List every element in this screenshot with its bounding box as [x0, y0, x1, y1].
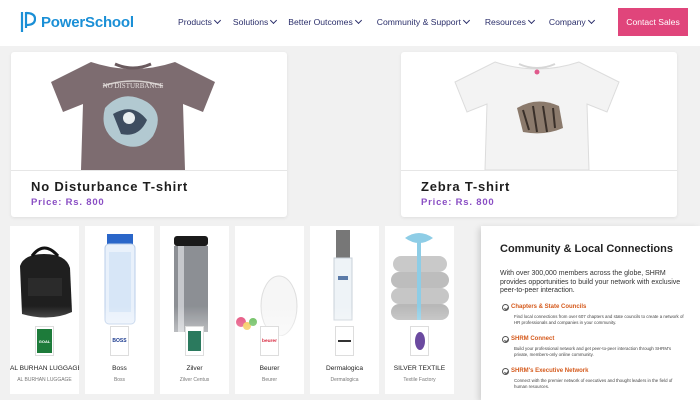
- shrm-community-panel: Community & Local Connections With over …: [481, 226, 700, 400]
- nav-products[interactable]: Products: [178, 16, 221, 27]
- nav-community-support[interactable]: Community & Support: [376, 16, 470, 27]
- brand-logo: [410, 326, 429, 356]
- nav-label: Products: [178, 17, 212, 27]
- powerschool-p-icon: [20, 11, 36, 32]
- item-title[interactable]: Chapters & State Councils: [511, 304, 586, 310]
- logo-text: BOSS: [112, 338, 127, 344]
- tshirt-graphic-text: NO DISTURBANCE: [103, 82, 164, 90]
- chevron-down-icon: [527, 16, 535, 25]
- nav-resources[interactable]: Resources: [484, 16, 535, 27]
- brand-logo: GOAL: [35, 326, 54, 356]
- panel-title: Community & Local Connections: [500, 243, 673, 255]
- brand-tile[interactable]: Dermalogica Dermalogica: [310, 226, 379, 394]
- item-body: Build your professional network and get …: [514, 346, 672, 357]
- product-card[interactable]: Zebra T-shirt Price: Rs. 800: [401, 52, 677, 217]
- chevron-down-icon: [354, 16, 362, 25]
- logo-badge: [188, 331, 201, 351]
- brand-subtitle: Dermalogica: [330, 377, 359, 383]
- brand-logo: BOSS: [110, 326, 129, 356]
- item-body: Connect with the premier network of exec…: [514, 378, 673, 389]
- tshirt-image: [454, 61, 620, 170]
- card-divider: [11, 170, 287, 171]
- brand-subtitle: Beurer: [261, 377, 277, 383]
- brand-subtitle: AL BURHAN LUGGAGE: [17, 377, 72, 383]
- brand-name: Dermalogica: [325, 365, 363, 372]
- nav-solutions[interactable]: Solutions: [232, 16, 278, 27]
- brand-logo: [185, 326, 204, 356]
- logo-badge: GOAL: [37, 329, 52, 353]
- logo-badge: [414, 332, 425, 350]
- brand-subtitle: Textile Factory: [403, 377, 436, 383]
- nav-label: Resources: [484, 17, 526, 27]
- brand-tile[interactable]: BOSS Boss Boss: [85, 226, 154, 394]
- product-title: Zebra T-shirt: [421, 179, 511, 194]
- nav-company[interactable]: Company: [548, 16, 595, 27]
- logo-text: beurer: [262, 338, 277, 344]
- brand-tile[interactable]: beurer Beurer Beurer: [235, 226, 304, 394]
- brand-name: AL BURHAN LUGGAGE: [10, 365, 79, 372]
- brand-name: SILVER TEXTILE: [393, 365, 446, 372]
- check-circle-icon: [502, 304, 509, 311]
- check-circle-icon: [502, 368, 509, 375]
- contact-sales-button[interactable]: Contact Sales: [618, 8, 688, 36]
- main-nav: Products Solutions Better Outcomes Commu…: [178, 16, 595, 27]
- brand-logo: beurer: [260, 326, 279, 356]
- brand-tile[interactable]: GOAL AL BURHAN LUGGAGE AL BURHAN LUGGAGE: [10, 226, 79, 394]
- panel-intro: With over 300,000 members across the glo…: [500, 270, 681, 294]
- item-title[interactable]: SHRM's Executive Network: [511, 368, 588, 374]
- brand-tile[interactable]: Zilver Zilver Centus: [160, 226, 229, 394]
- chevron-down-icon: [462, 16, 470, 25]
- card-divider: [401, 170, 677, 171]
- chevron-down-icon: [270, 16, 278, 25]
- site-header: PowerSchool Products Solutions Better Ou…: [0, 0, 700, 46]
- check-circle-icon: [502, 336, 509, 343]
- brand-name: Zilver: [186, 365, 203, 372]
- logo-badge: [338, 340, 351, 342]
- chevron-down-icon: [587, 16, 595, 25]
- nav-better-outcomes[interactable]: Better Outcomes: [288, 16, 362, 27]
- brand-name: Boss: [112, 365, 127, 372]
- nav-label: Better Outcomes: [288, 17, 353, 27]
- chevron-down-icon: [213, 16, 221, 25]
- nav-label: Community & Support: [376, 17, 461, 27]
- brand-subtitle: Boss: [113, 377, 126, 383]
- logo-text: GOAL: [38, 338, 51, 344]
- product-price: Price: Rs. 800: [421, 197, 495, 208]
- item-title[interactable]: SHRM Connect: [511, 336, 554, 342]
- brand-name: PowerSchool: [41, 13, 134, 31]
- nav-label: Company: [548, 17, 586, 27]
- brand-name: Beurer: [259, 365, 280, 372]
- brand-tile[interactable]: SILVER TEXTILE Textile Factory: [385, 226, 454, 394]
- page: PowerSchool Products Solutions Better Ou…: [0, 0, 700, 400]
- product-card[interactable]: NO DISTURBANCE No Disturbance T-shirt Pr…: [11, 52, 287, 217]
- brand-logo: [335, 326, 354, 356]
- product-title: No Disturbance T-shirt: [31, 179, 189, 194]
- tshirt-image: NO DISTURBANCE: [51, 62, 215, 170]
- product-price: Price: Rs. 800: [31, 197, 105, 208]
- item-body: Find local connections from over 607 cha…: [514, 314, 684, 325]
- nav-label: Solutions: [232, 17, 269, 27]
- powerschool-logo[interactable]: PowerSchool: [20, 10, 134, 34]
- brand-subtitle: Zilver Centus: [179, 377, 210, 383]
